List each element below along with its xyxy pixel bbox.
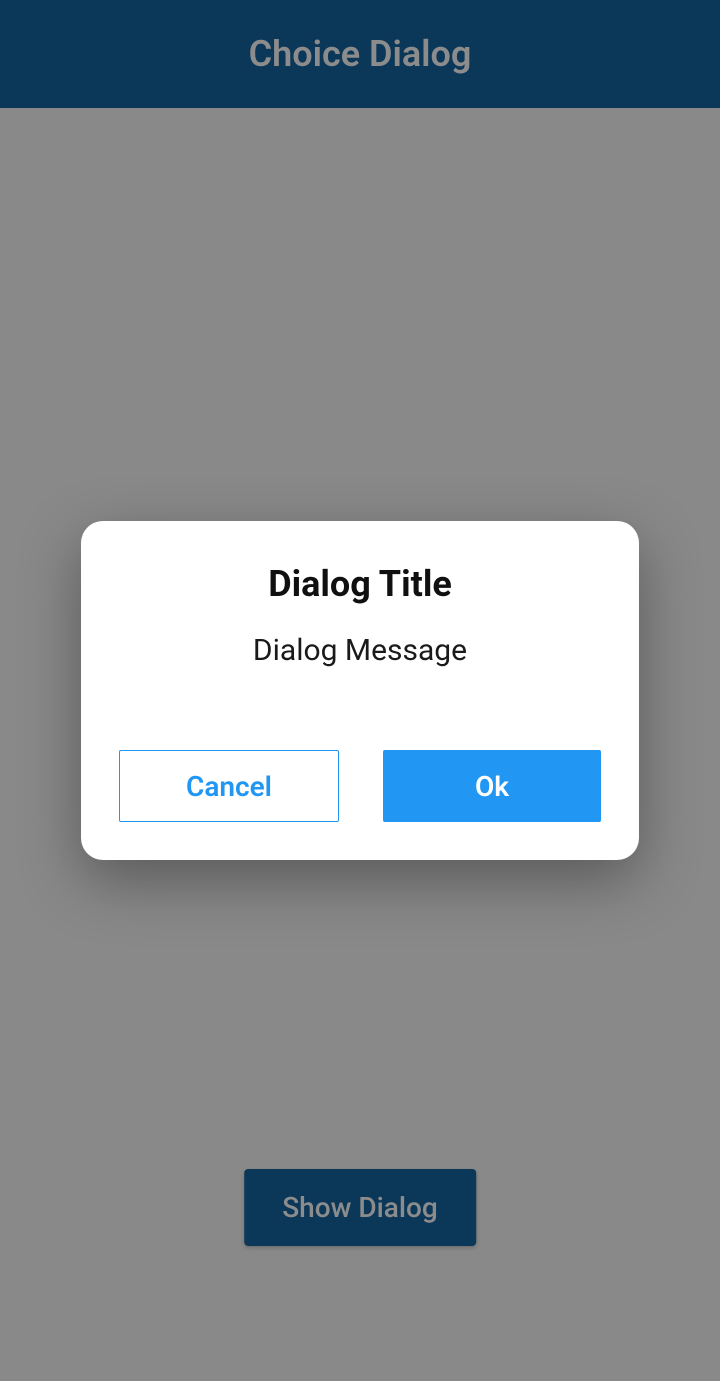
cancel-button[interactable]: Cancel bbox=[119, 750, 339, 822]
app-screen: Choice Dialog Show Dialog Dialog Title D… bbox=[0, 0, 720, 1381]
choice-dialog: Dialog Title Dialog Message Cancel Ok bbox=[81, 521, 639, 860]
dialog-actions: Cancel Ok bbox=[119, 750, 601, 822]
dialog-message: Dialog Message bbox=[253, 633, 467, 668]
dialog-title: Dialog Title bbox=[268, 563, 452, 605]
ok-button[interactable]: Ok bbox=[383, 750, 601, 822]
modal-scrim[interactable]: Dialog Title Dialog Message Cancel Ok bbox=[0, 0, 720, 1381]
